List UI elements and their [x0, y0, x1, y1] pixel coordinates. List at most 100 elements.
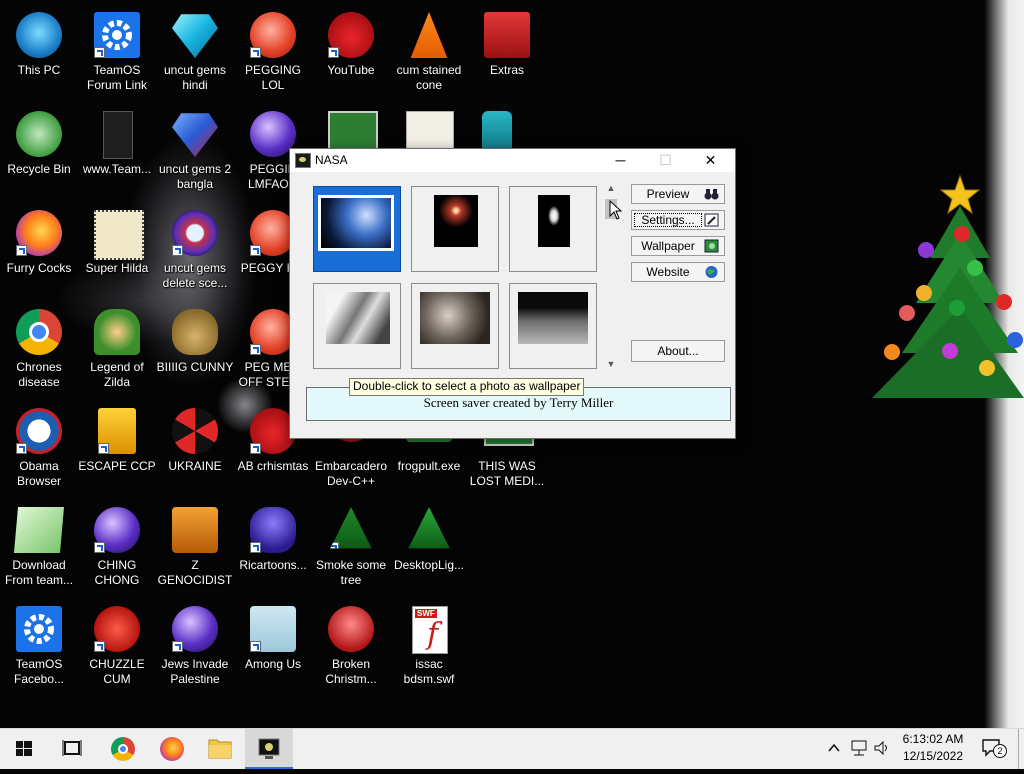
thumbnail-launch-at-night[interactable] — [411, 186, 499, 272]
desktop-icon-obama-browser[interactable]: Obama Browser — [0, 402, 78, 494]
this-pc-icon — [16, 12, 62, 58]
pixel-cat-icon — [94, 210, 144, 260]
firefox-icon — [16, 210, 62, 256]
desktop-icon-chrones[interactable]: Chrones disease — [0, 303, 78, 395]
desktop-icon-escape-ccp[interactable]: ESCAPE CCP — [78, 402, 156, 494]
shortcut-arrow-icon — [250, 443, 261, 454]
thumbnail-earth-from-space[interactable] — [313, 186, 401, 272]
obama-logo-icon — [16, 408, 62, 454]
desktop-icon-jews-invade[interactable]: Jews Invade Palestine — [156, 600, 234, 692]
thumbnail-astronaut-suit[interactable] — [411, 283, 499, 369]
icon-label: Smoke some tree — [315, 558, 387, 587]
wallpaper-label: Wallpaper — [641, 239, 695, 253]
desktop-icon-cone[interactable]: cum stained cone — [390, 6, 468, 98]
shortcut-arrow-icon — [250, 542, 261, 553]
desktop-icon-teamos-forum[interactable]: TeamOS Forum Link — [78, 6, 156, 98]
desktop-icon-this-pc[interactable]: This PC — [0, 6, 78, 98]
icon-label: Download From team... — [4, 558, 73, 587]
title-bar[interactable]: NASA ─ ☐ ✕ — [290, 149, 735, 172]
firefox-icon — [160, 737, 184, 761]
icon-label: Embarcadero Dev-C++ — [314, 459, 388, 488]
firefox-taskbar-button[interactable] — [148, 729, 196, 769]
zelda-icon — [94, 309, 140, 355]
desktop-icon-broken-christmas[interactable]: Broken Christm... — [312, 600, 390, 692]
desktop-icon-uncut-gems-2[interactable]: uncut gems 2 bangla — [156, 105, 234, 197]
desktop-icon-super-hilda[interactable]: Super Hilda — [78, 204, 156, 296]
start-button[interactable] — [0, 729, 48, 769]
desktop-icon-youtube[interactable]: YouTube — [312, 6, 390, 98]
screensaver-taskbar-button[interactable] — [245, 729, 293, 769]
desktop-icon-uncut-gems-delete[interactable]: uncut gems delete sce... — [156, 204, 234, 296]
desktop-icon-chuzzle[interactable]: CHUZZLE CUM — [78, 600, 156, 692]
icon-label: CHING CHONG — [94, 558, 140, 587]
shortcut-arrow-icon — [16, 443, 27, 454]
task-view-button[interactable] — [48, 729, 96, 769]
icon-label: PEGGING LOL — [244, 63, 301, 92]
clock-date: 12/15/2022 — [902, 749, 964, 763]
scroll-down-icon[interactable]: ▼ — [603, 359, 619, 373]
desktop-icon-ricartoons[interactable]: Ricartoons... — [234, 501, 312, 593]
icon-label: www.Team... — [82, 162, 151, 176]
swf-file-icon — [412, 606, 448, 654]
desktop-icon-recycle-bin[interactable]: Recycle Bin — [0, 105, 78, 197]
notification-badge: 2 — [993, 744, 1007, 758]
settings-button[interactable]: Settings... — [631, 210, 725, 230]
gear-icon — [94, 12, 140, 58]
chrome-taskbar-button[interactable] — [98, 729, 146, 769]
photo-launch-flame — [538, 195, 570, 247]
screensaver-app-icon — [295, 153, 311, 168]
thumbnail-lunar-surface[interactable] — [509, 283, 597, 369]
desktop-icon-pegging-lol[interactable]: PEGGING LOL — [234, 6, 312, 98]
system-clock[interactable]: 6:13:02 AM 12/15/2022 — [898, 731, 968, 765]
close-button[interactable]: ✕ — [688, 149, 733, 172]
christmas-tree-icon — [408, 507, 450, 549]
desktop-icon-ching-chong[interactable]: CHING CHONG — [78, 501, 156, 593]
icon-label: Among Us — [244, 657, 302, 671]
wallpaper-button[interactable]: Wallpaper — [631, 236, 725, 256]
shortcut-arrow-icon — [172, 245, 183, 256]
desktop-icon-www-team[interactable]: www.Team... — [78, 105, 156, 197]
shortcut-arrow-icon — [172, 641, 183, 652]
network-icon[interactable] — [850, 740, 868, 756]
desktop-icon-among-us[interactable]: Among Us — [234, 600, 312, 692]
desktop-icon-desktoplights[interactable]: DesktopLig... — [390, 501, 468, 593]
shortcut-arrow-icon — [250, 47, 261, 58]
about-button[interactable]: About... — [631, 340, 725, 362]
desktop-icon-biiiig-cunny[interactable]: BIIIIG CUNNY — [156, 303, 234, 395]
maximize-button[interactable]: ☐ — [643, 149, 688, 172]
desktop-icon-download[interactable]: Download From team... — [0, 501, 78, 593]
desktop-icon-ukraine[interactable]: UKRAINE — [156, 402, 234, 494]
recycle-bin-icon — [16, 111, 62, 157]
thumbnail-launch-flame[interactable] — [509, 186, 597, 272]
show-desktop-button[interactable] — [1018, 729, 1024, 769]
z-block-icon — [172, 507, 218, 553]
desktop-icon-z-genocidist[interactable]: Z GENOCIDIST — [156, 501, 234, 593]
file-explorer-taskbar-button[interactable] — [196, 729, 244, 769]
volume-icon[interactable] — [873, 740, 891, 756]
thumbnail-astronaut-capsule[interactable] — [313, 283, 401, 369]
icon-label: Broken Christm... — [325, 657, 377, 686]
desktop-icon-uncut-gems-hindi[interactable]: uncut gems hindi — [156, 6, 234, 98]
action-center-button[interactable]: 2 — [982, 738, 1007, 758]
icon-label: Jews Invade Palestine — [161, 657, 229, 686]
minimize-button[interactable]: ─ — [598, 149, 643, 172]
icon-label: Furry Cocks — [6, 261, 72, 275]
desktop-icon-teamos-facebook[interactable]: TeamOS Facebo... — [0, 600, 78, 692]
website-button[interactable]: Website — [631, 262, 725, 282]
desktop-icon-legend-of-zilda[interactable]: Legend of Zilda — [78, 303, 156, 395]
desktop-icon-furry[interactable]: Furry Cocks — [0, 204, 78, 296]
money-bag-icon — [172, 309, 218, 355]
icon-label: Legend of Zilda — [90, 360, 144, 389]
icon-label: CHUZZLE CUM — [89, 657, 145, 686]
desktop-icon-extras[interactable]: Extras — [468, 6, 546, 98]
shortcut-arrow-icon — [94, 47, 105, 58]
scroll-up-icon[interactable]: ▲ — [603, 183, 619, 197]
angry-bird-icon — [328, 12, 374, 58]
globe-icon — [705, 266, 718, 278]
desktop-icon-smoke-tree[interactable]: Smoke some tree — [312, 501, 390, 593]
chevron-up-icon[interactable] — [828, 742, 840, 754]
mahjong-icon — [98, 408, 136, 454]
preview-button[interactable]: Preview — [631, 184, 725, 204]
desktop-icon-issac-swf[interactable]: issac bdsm.swf — [390, 600, 468, 692]
file-icon — [103, 111, 133, 159]
